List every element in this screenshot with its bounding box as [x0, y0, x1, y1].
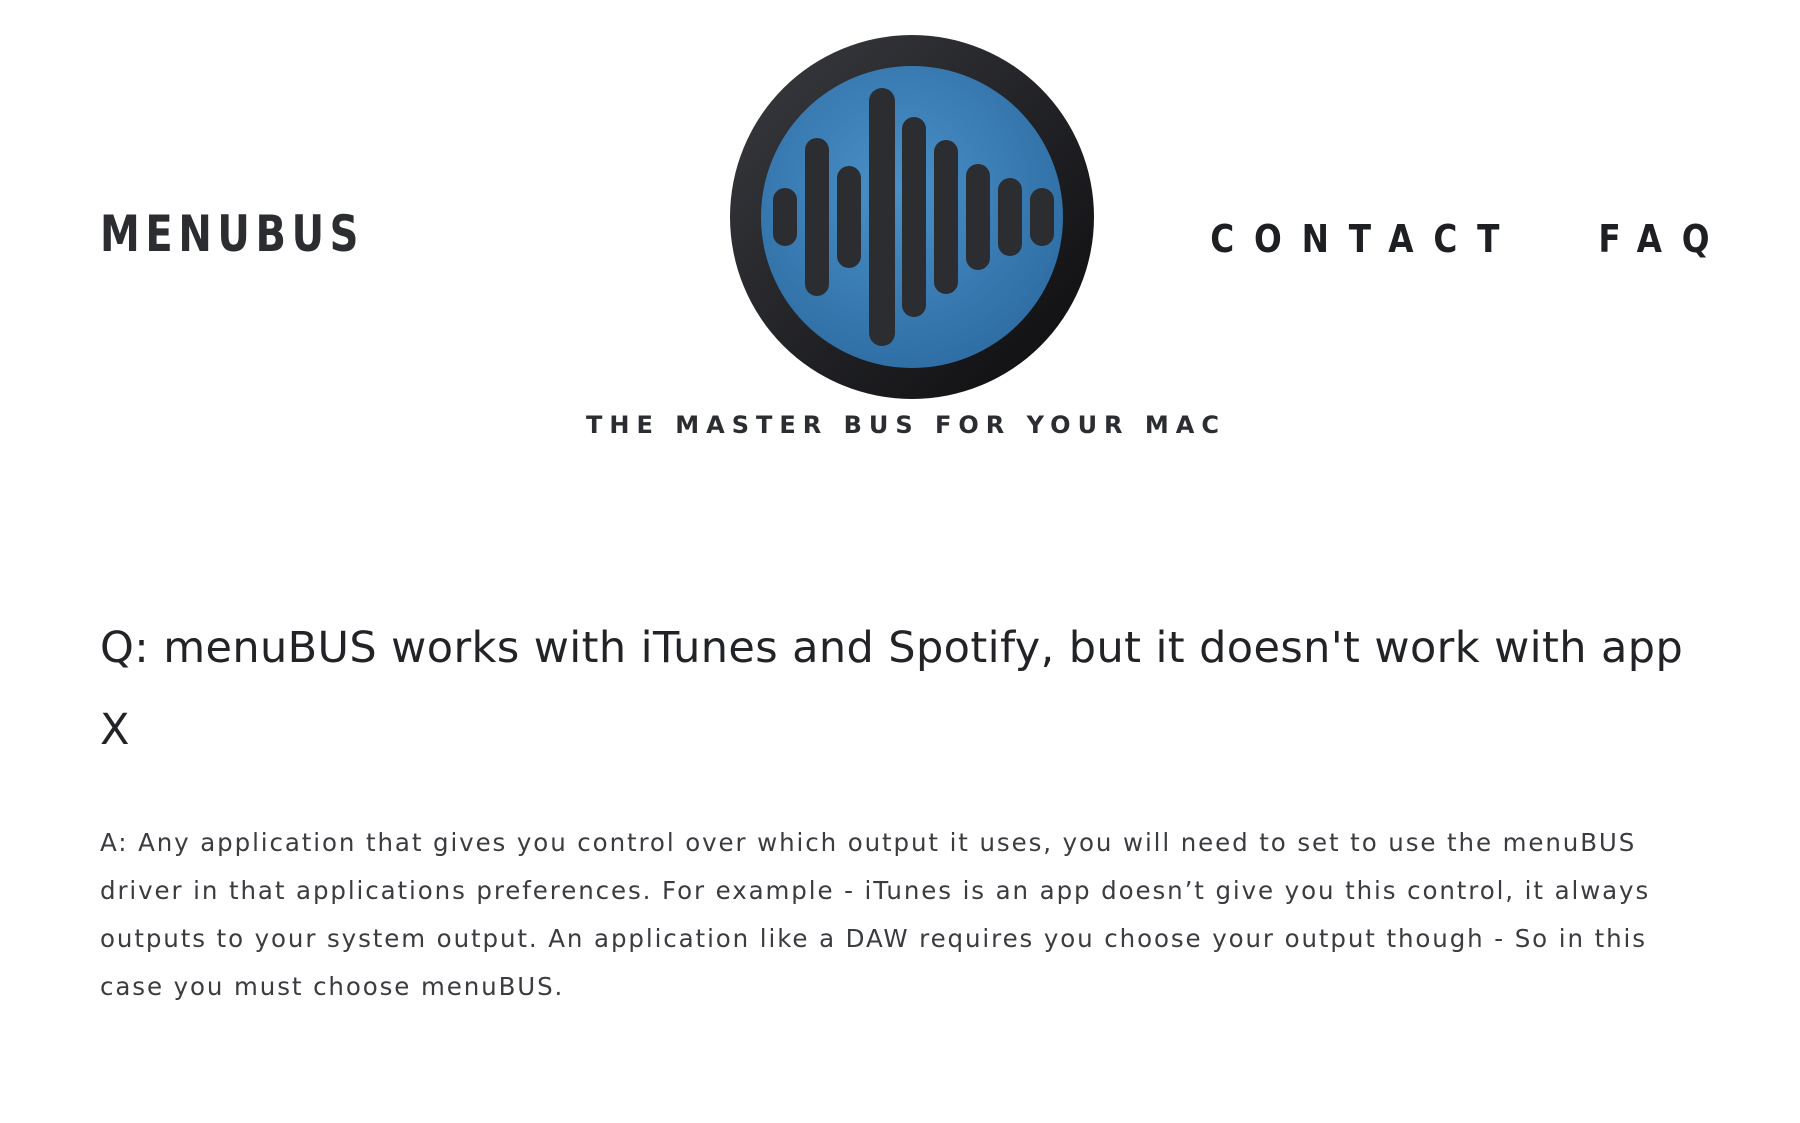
- faq-answer: A: Any application that gives you contro…: [100, 828, 1651, 1001]
- main-nav: CONTACT FAQ: [1160, 212, 1709, 266]
- wave-bar: [837, 166, 861, 268]
- faq-question: Q: menuBUS works with iTunes and Spotify…: [100, 623, 1684, 755]
- wave-bar: [869, 88, 895, 346]
- wave-bar: [902, 117, 926, 317]
- wave-bar: [934, 140, 958, 294]
- tagline: THE MASTER BUS FOR YOUR MAC: [586, 411, 1226, 439]
- wave-bar: [805, 138, 829, 296]
- wave-bar: [966, 164, 990, 270]
- nav-faq-link[interactable]: FAQ: [1598, 212, 1729, 266]
- wave-bar: [998, 178, 1022, 256]
- nav-contact-link[interactable]: CONTACT: [1210, 212, 1519, 266]
- wave-bar: [1030, 188, 1054, 246]
- wave-bar: [773, 188, 797, 246]
- sound-wave-icon: [730, 35, 1094, 399]
- site-title[interactable]: MENUBUS: [100, 202, 364, 266]
- logo[interactable]: [730, 32, 1094, 402]
